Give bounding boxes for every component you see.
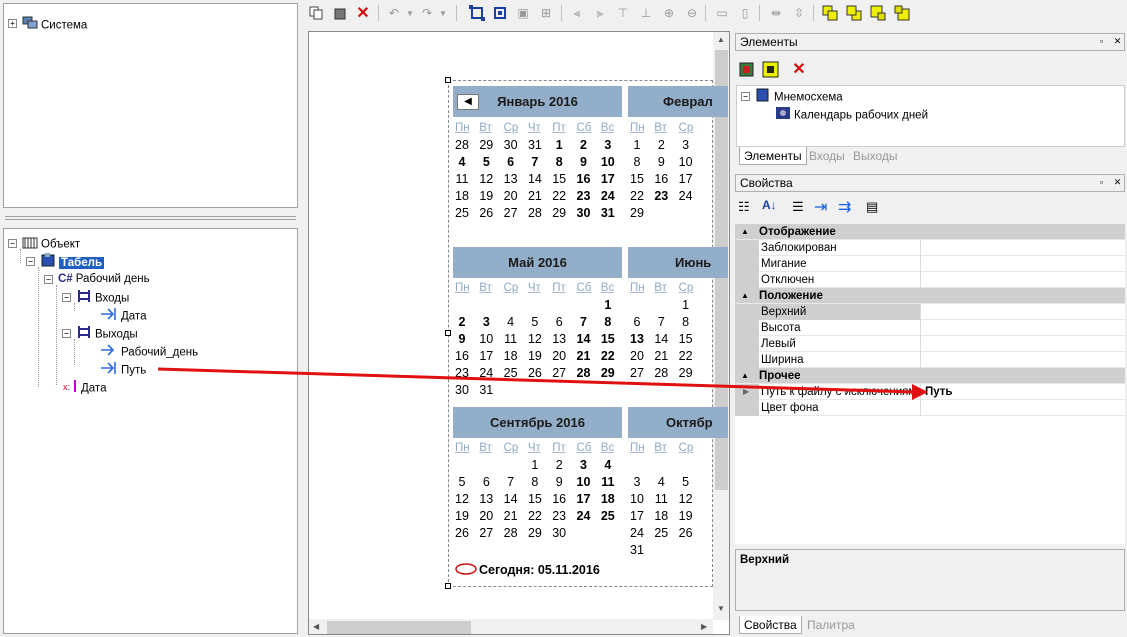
- link-arrow: [157, 367, 928, 400]
